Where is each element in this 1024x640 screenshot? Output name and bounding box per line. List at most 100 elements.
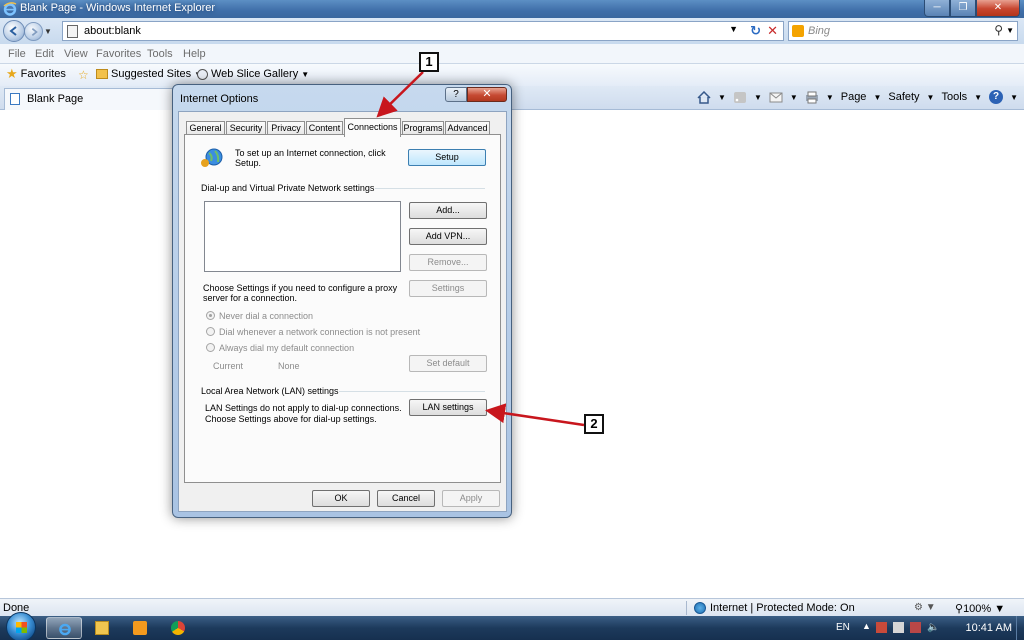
network-icon[interactable] <box>910 622 921 633</box>
status-bar: Done Internet | Protected Mode: On ⚙ ▼ ⚲… <box>0 598 1024 616</box>
maximize-button[interactable]: ❐ <box>950 0 976 17</box>
chevron-down-icon[interactable]: ▼ <box>718 93 726 102</box>
menu-help[interactable]: Help <box>183 48 206 60</box>
chevron-down-icon[interactable]: ▼ <box>754 93 762 102</box>
mail-icon[interactable] <box>769 91 783 104</box>
zone-text: Internet | Protected Mode: On <box>710 602 855 614</box>
feeds-icon[interactable] <box>733 91 747 104</box>
remove-button[interactable]: Remove... <box>409 254 487 271</box>
add-to-favorites-bar-button[interactable]: ☆ <box>78 68 89 82</box>
tools-menu[interactable]: Tools <box>941 91 967 103</box>
ok-button[interactable]: OK <box>312 490 370 507</box>
radio-never-dial[interactable] <box>206 311 215 320</box>
group-divider <box>339 391 485 392</box>
radio-dial-when-absent[interactable] <box>206 327 215 336</box>
tab-connections[interactable]: Connections <box>344 118 401 137</box>
dialup-group-label: Dial-up and Virtual Private Network sett… <box>201 183 375 193</box>
taskbar-internet-explorer[interactable] <box>46 617 82 639</box>
taskbar-chrome[interactable] <box>160 617 196 639</box>
web-slice-icon <box>197 68 208 80</box>
search-icon[interactable]: ⚲ <box>994 23 1003 37</box>
cancel-button[interactable]: Cancel <box>377 490 435 507</box>
show-hidden-icons[interactable]: ▲ <box>862 621 871 631</box>
setup-button[interactable]: Setup <box>408 149 486 166</box>
lan-group-label: Local Area Network (LAN) settings <box>201 386 339 396</box>
refresh-icon[interactable]: ↻ <box>750 23 761 39</box>
dialog-close-button[interactable]: ✕ <box>467 87 507 102</box>
favorites-bar: ★ Favorites ☆ Suggested Sites ▼ Web Slic… <box>0 64 1024 86</box>
folder-icon <box>95 621 109 635</box>
safety-menu[interactable]: Safety <box>888 91 919 103</box>
status-separator <box>686 601 687 615</box>
clock[interactable]: 10:41 AM <box>966 622 1012 634</box>
home-icon[interactable] <box>697 90 711 104</box>
address-url[interactable]: about:blank <box>84 25 141 37</box>
start-button[interactable] <box>6 612 36 640</box>
menu-tools[interactable]: Tools <box>147 48 173 60</box>
help-icon[interactable]: ? <box>989 90 1004 104</box>
close-window-button[interactable]: ✕ <box>976 0 1020 17</box>
radio-dial-when-absent-label: Dial whenever a network connection is no… <box>219 327 421 337</box>
show-desktop-button[interactable] <box>1016 616 1024 640</box>
lan-settings-button[interactable]: LAN settings <box>409 399 487 416</box>
menu-favorites[interactable]: Favorites <box>96 48 141 60</box>
zoom-value: 100% <box>963 603 992 615</box>
step-1-callout: 1 <box>419 52 439 72</box>
menu-view[interactable]: View <box>64 48 88 60</box>
stop-icon[interactable]: ✕ <box>767 23 778 39</box>
connections-panel: To set up an Internet connection, click … <box>184 134 501 483</box>
set-default-button[interactable]: Set default <box>409 355 487 372</box>
page-icon <box>10 93 20 105</box>
zoom-level[interactable]: ⚲100% ▼ <box>955 602 1005 615</box>
bing-icon <box>792 25 804 37</box>
apply-button[interactable]: Apply <box>442 490 500 507</box>
taskbar: EN ▲ 🔈 10:41 AM <box>0 612 1024 640</box>
lan-description-2: Choose Settings above for dial-up settin… <box>205 414 377 424</box>
change-settings-icon[interactable]: ⚙ ▼ <box>914 602 936 613</box>
dialog-help-button[interactable]: ? <box>445 87 467 102</box>
tab-row: Blank Page ▼ ▼ ▼ ▼ Page ▼ Safety ▼ Tools… <box>0 86 1024 110</box>
address-bar[interactable]: about:blank ▼ ↻ ✕ <box>62 21 784 41</box>
windows-logo-icon <box>16 622 27 633</box>
chevron-down-icon[interactable]: ▼ <box>873 93 881 102</box>
chevron-down-icon[interactable]: ▼ <box>826 93 834 102</box>
web-slice-gallery-label: Web Slice Gallery <box>211 68 299 80</box>
settings-button[interactable]: Settings <box>409 280 487 297</box>
menu-edit[interactable]: Edit <box>35 48 54 60</box>
current-connection-value: None <box>278 361 300 371</box>
print-icon[interactable] <box>805 91 819 104</box>
search-box[interactable]: Bing ⚲ ▼ <box>788 21 1018 41</box>
chevron-down-icon[interactable]: ▼ <box>1010 93 1018 102</box>
address-dropdown-icon[interactable]: ▼ <box>729 24 738 34</box>
page-content[interactable] <box>0 110 1024 598</box>
add-button[interactable]: Add... <box>409 202 487 219</box>
radio-always-dial[interactable] <box>206 343 215 352</box>
forward-button[interactable] <box>24 22 43 41</box>
web-slice-gallery-link[interactable]: Web Slice Gallery ▼ <box>197 68 309 80</box>
chevron-down-icon[interactable]: ▼ <box>927 93 935 102</box>
taskbar-explorer[interactable] <box>84 617 120 639</box>
menu-file[interactable]: File <box>8 48 26 60</box>
add-vpn-button[interactable]: Add VPN... <box>409 228 487 245</box>
language-indicator[interactable]: EN <box>836 622 850 633</box>
connections-listbox[interactable] <box>204 201 401 272</box>
taskbar-media-player[interactable] <box>122 617 158 639</box>
recent-pages-dropdown-icon[interactable]: ▼ <box>44 27 52 36</box>
suggested-sites-link[interactable]: Suggested Sites ▼ <box>96 68 202 80</box>
action-center-icon[interactable] <box>876 622 887 633</box>
favorites-button[interactable]: ★ Favorites <box>6 67 66 80</box>
battery-icon[interactable] <box>893 622 904 633</box>
security-zone[interactable]: Internet | Protected Mode: On <box>694 602 855 614</box>
search-dropdown-icon[interactable]: ▼ <box>1006 26 1014 35</box>
chevron-down-icon[interactable]: ▼ <box>790 93 798 102</box>
page-menu[interactable]: Page <box>841 91 867 103</box>
back-button[interactable] <box>3 20 25 42</box>
chevron-down-icon: ▼ <box>301 69 310 79</box>
back-arrow-icon <box>9 26 17 36</box>
tab-blank-page[interactable]: Blank Page <box>4 88 174 110</box>
volume-icon[interactable]: 🔈 <box>927 622 939 633</box>
minimize-button[interactable]: ─ <box>924 0 950 17</box>
search-placeholder[interactable]: Bing <box>808 25 830 37</box>
chevron-down-icon[interactable]: ▼ <box>974 93 982 102</box>
navigation-bar: ▼ about:blank ▼ ↻ ✕ Bing ⚲ ▼ <box>0 18 1024 44</box>
